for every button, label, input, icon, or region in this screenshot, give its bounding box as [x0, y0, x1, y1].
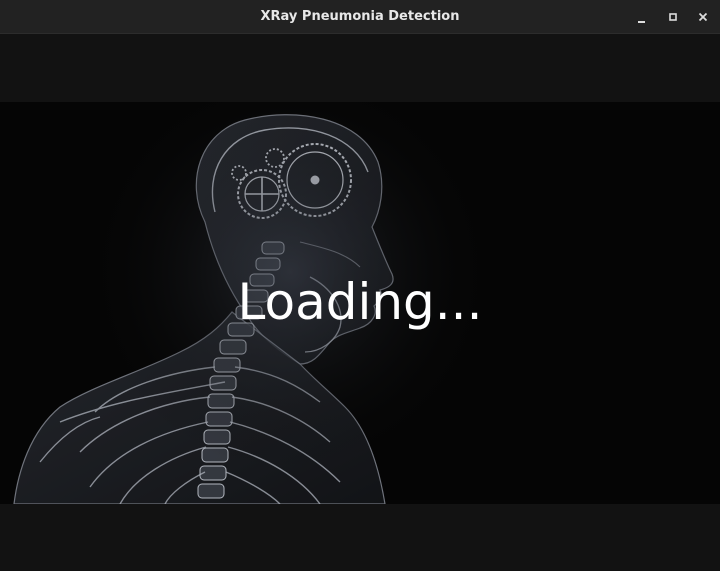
bottom-band: [0, 504, 720, 571]
minimize-button[interactable]: [630, 5, 654, 29]
close-icon: [698, 12, 708, 22]
window-title: XRay Pneumonia Detection: [260, 9, 460, 24]
splash-panel: Loading...: [0, 102, 720, 504]
close-button[interactable]: [691, 5, 715, 29]
maximize-icon: [669, 13, 677, 21]
top-band: [0, 34, 720, 102]
loading-text: Loading...: [237, 273, 483, 331]
app-window: XRay Pneumonia Detection Loading...: [0, 0, 720, 571]
maximize-button[interactable]: [661, 5, 685, 29]
minimize-icon: [638, 21, 645, 23]
title-bar[interactable]: XRay Pneumonia Detection: [0, 0, 720, 34]
